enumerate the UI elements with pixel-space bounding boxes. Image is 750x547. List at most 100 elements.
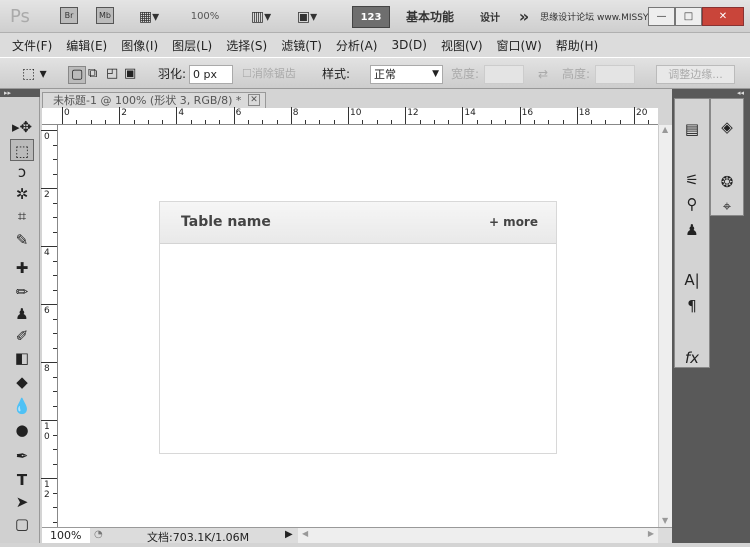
close-document-icon[interactable]: ✕ <box>248 94 260 106</box>
puppet-panel-icon[interactable]: ⚲ <box>680 193 704 215</box>
ruler-tick-label: 12 <box>407 108 419 118</box>
clone-stamp-tool-icon[interactable]: ♟ <box>10 303 34 325</box>
status-info-icon[interactable]: ◔ <box>94 529 103 540</box>
document-tab[interactable]: 未标题-1 @ 100% (形状 3, RGB/8) * ✕ <box>42 92 266 108</box>
scroll-left-icon[interactable]: ◀ <box>302 529 308 538</box>
arrange-documents-icon[interactable]: ▥▾ <box>244 7 278 26</box>
menu-help[interactable]: 帮助(H) <box>556 37 598 54</box>
character-panel-icon[interactable]: A| <box>680 269 704 291</box>
ruler-tick <box>76 120 78 124</box>
style-value: 正常 <box>374 68 396 81</box>
scroll-right-icon[interactable]: ▶ <box>648 529 654 538</box>
paragraph-panel-icon[interactable]: ¶ <box>680 295 704 317</box>
menu-image[interactable]: 图像(I) <box>121 37 158 54</box>
close-window-button[interactable]: ✕ <box>702 7 744 26</box>
menu-window[interactable]: 窗口(W) <box>497 37 542 54</box>
menu-filter[interactable]: 滤镜(T) <box>281 37 322 54</box>
move-tool-icon[interactable]: ▸✥ <box>10 116 34 138</box>
horizontal-scrollbar[interactable]: ◀ ▶ <box>298 528 658 543</box>
ruler-tick-label: 16 <box>521 108 534 118</box>
width-input[interactable] <box>484 65 524 84</box>
crop-tool-icon[interactable]: ⌗ <box>10 205 34 227</box>
antialias-checkbox[interactable]: ☐消除锯齿 <box>242 66 296 82</box>
paint-bucket-tool-icon[interactable]: ◆ <box>10 371 34 393</box>
ruler-tick-label: 2 <box>121 108 127 118</box>
eraser-tool-icon[interactable]: ◧ <box>10 347 34 369</box>
new-selection-icon[interactable]: ▢ <box>68 66 87 84</box>
ruler-tick <box>53 231 57 233</box>
subtract-selection-icon[interactable]: ◰ <box>106 66 118 82</box>
type-tool-icon[interactable]: T <box>10 469 34 491</box>
layers-panel-icon[interactable]: ◈ <box>715 116 739 138</box>
ruler-tick-label: 0 <box>44 132 50 142</box>
workspace-badge[interactable]: 123 <box>352 6 390 28</box>
shape-tool-icon[interactable]: ▢ <box>10 513 34 535</box>
mini-bridge-button[interactable]: Mb <box>96 7 114 24</box>
channels-panel-icon[interactable]: ❂ <box>715 171 739 193</box>
ruler-tick <box>305 120 307 124</box>
ruler-tick <box>41 130 57 131</box>
screen-mode-icon[interactable]: ▣▾ <box>290 7 324 26</box>
ruler-tick <box>119 107 121 124</box>
view-extras-icon[interactable]: ▦▾ <box>132 7 166 26</box>
refine-edge-button[interactable]: 调整边缘... <box>656 65 735 84</box>
ruler-tick <box>319 120 321 124</box>
menu-analysis[interactable]: 分析(A) <box>336 37 378 54</box>
ruler-tick <box>53 333 57 334</box>
canvas[interactable]: Table name + more <box>58 125 658 527</box>
more-workspaces-button[interactable]: » <box>514 7 534 26</box>
feather-label: 羽化: <box>158 67 187 81</box>
ruler-tick <box>53 449 57 450</box>
ruler-tick <box>419 120 421 124</box>
adjustments-panel-icon[interactable]: ⚟ <box>680 169 704 191</box>
scroll-down-icon[interactable]: ▼ <box>662 516 668 525</box>
style-select[interactable]: 正常 ▼ <box>370 65 443 84</box>
marquee-tool-icon[interactable]: ⬚ <box>10 139 34 161</box>
scroll-up-icon[interactable]: ▲ <box>662 125 668 134</box>
antialias-label: 消除锯齿 <box>251 67 296 80</box>
mini-bridge-panel-icon[interactable]: ▤ <box>680 118 704 140</box>
menu-layer[interactable]: 图层(L) <box>172 37 212 54</box>
ruler-tick <box>53 463 57 465</box>
menu-view[interactable]: 视图(V) <box>441 37 483 54</box>
zoom-level-select[interactable]: 100% <box>180 7 230 26</box>
lasso-tool-icon[interactable]: ↄ <box>10 161 34 183</box>
minimize-button[interactable]: — <box>648 7 675 26</box>
history-brush-tool-icon[interactable]: ✐ <box>10 325 34 347</box>
collapse-dock-icon[interactable]: ◂◂ <box>672 89 750 98</box>
menu-edit[interactable]: 编辑(E) <box>66 37 107 54</box>
paths-panel-icon[interactable]: ⌖ <box>715 195 739 217</box>
more-link[interactable]: + more <box>489 215 538 229</box>
feather-input[interactable]: 0 px <box>189 65 233 84</box>
maximize-button[interactable]: □ <box>675 7 702 26</box>
ruler-tick <box>104 120 106 124</box>
pen-tool-icon[interactable]: ✒ <box>10 445 34 467</box>
vertical-scrollbar[interactable]: ▲ ▼ <box>658 125 672 527</box>
zoom-field[interactable]: 100% <box>42 528 90 543</box>
title-bar: Ps Br Mb ▦▾ 100% ▥▾ ▣▾ 123 基本功能 设计 » 思缘设… <box>0 0 750 33</box>
workspace-essentials[interactable]: 基本功能 <box>402 7 458 26</box>
menu-file[interactable]: 文件(F) <box>12 37 52 54</box>
intersect-selection-icon[interactable]: ▣ <box>124 66 136 82</box>
ruler-tick <box>53 521 57 523</box>
styles-panel-icon[interactable]: fx <box>680 347 704 369</box>
clone-source-panel-icon[interactable]: ♟ <box>680 219 704 241</box>
quick-select-tool-icon[interactable]: ✲ <box>10 183 34 205</box>
dodge-tool-icon[interactable]: ● <box>10 419 34 441</box>
add-selection-icon[interactable]: ⧉ <box>88 66 97 82</box>
collapse-tools-icon[interactable]: ▸▸ <box>0 89 40 97</box>
healing-brush-tool-icon[interactable]: ✚ <box>10 257 34 279</box>
brush-tool-icon[interactable]: ✏ <box>10 281 34 303</box>
ruler-tick-label: 20 <box>636 108 648 118</box>
marquee-preset-icon[interactable]: ⬚ ▾ <box>22 66 47 82</box>
menu-3d[interactable]: 3D(D) <box>391 38 426 52</box>
bridge-button[interactable]: Br <box>60 7 78 24</box>
height-input[interactable] <box>595 65 635 84</box>
path-select-tool-icon[interactable]: ➤ <box>10 491 34 513</box>
eyedropper-tool-icon[interactable]: ✎ <box>10 229 34 251</box>
menu-select[interactable]: 选择(S) <box>226 37 267 54</box>
workspace-design[interactable]: 设计 <box>474 7 506 26</box>
status-menu-arrow-icon[interactable]: ▶ <box>285 529 293 540</box>
blur-tool-icon[interactable]: 💧 <box>10 395 34 417</box>
swap-icon[interactable]: ⇄ <box>538 66 548 82</box>
